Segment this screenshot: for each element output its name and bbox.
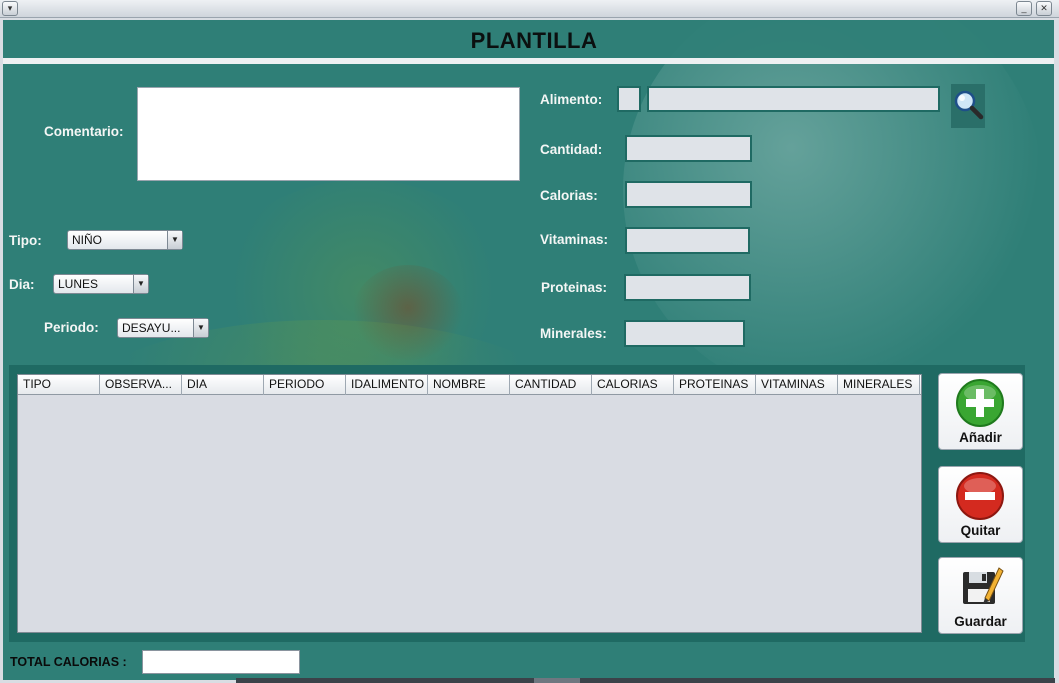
cantidad-label: Cantidad: bbox=[540, 142, 603, 157]
alimento-name-field[interactable] bbox=[647, 86, 940, 112]
dia-select-value: LUNES bbox=[58, 277, 99, 291]
save-button[interactable]: Guardar bbox=[938, 557, 1023, 634]
header-divider bbox=[3, 58, 1054, 64]
calorias-field[interactable] bbox=[625, 181, 752, 208]
table-section: TIPO OBSERVA... DIA PERIODO IDALIMENTO N… bbox=[9, 365, 1025, 642]
chevron-down-icon[interactable]: ▼ bbox=[167, 231, 182, 249]
minerales-label: Minerales: bbox=[540, 326, 607, 341]
column-header[interactable]: MINERALES bbox=[838, 375, 920, 395]
tipo-label: Tipo: bbox=[9, 233, 42, 248]
bottom-scrollbar[interactable] bbox=[236, 678, 1055, 683]
chevron-down-icon[interactable]: ▼ bbox=[133, 275, 148, 293]
vitaminas-field[interactable] bbox=[625, 227, 750, 254]
scrollbar-thumb[interactable] bbox=[534, 678, 580, 683]
add-button-label: Añadir bbox=[959, 430, 1002, 445]
tipo-select[interactable]: NIÑO ▼ bbox=[67, 230, 183, 250]
column-header[interactable]: NOMBRE bbox=[428, 375, 510, 395]
main-panel: PLANTILLA Comentario: Tipo: NIÑO ▼ Dia: … bbox=[3, 20, 1054, 680]
header-bar: PLANTILLA bbox=[3, 20, 1054, 58]
minus-circle-icon bbox=[956, 472, 1004, 520]
plus-circle-icon bbox=[956, 379, 1004, 427]
comentario-textarea[interactable] bbox=[137, 87, 520, 181]
comentario-label: Comentario: bbox=[44, 124, 124, 139]
remove-button[interactable]: Quitar bbox=[938, 466, 1023, 543]
periodo-select-value: DESAYU... bbox=[122, 321, 181, 335]
column-header[interactable]: IDALIMENTO bbox=[346, 375, 428, 395]
close-icon[interactable]: ✕ bbox=[1036, 1, 1052, 16]
total-calorias-label: TOTAL CALORIAS : bbox=[10, 655, 127, 669]
page-title: PLANTILLA bbox=[470, 28, 598, 53]
calorias-label: Calorias: bbox=[540, 188, 598, 203]
total-calorias-field[interactable] bbox=[142, 650, 300, 674]
alimento-label: Alimento: bbox=[540, 92, 603, 107]
minimize-icon[interactable]: _ bbox=[1016, 1, 1032, 16]
proteinas-label: Proteinas: bbox=[541, 280, 608, 295]
column-header[interactable]: PERIODO bbox=[264, 375, 346, 395]
column-header[interactable]: PROTEINAS bbox=[674, 375, 756, 395]
dia-select[interactable]: LUNES ▼ bbox=[53, 274, 149, 294]
save-button-label: Guardar bbox=[954, 614, 1007, 629]
cantidad-field[interactable] bbox=[625, 135, 752, 162]
proteinas-field[interactable] bbox=[624, 274, 751, 301]
window-title-bar: ▾ _ ✕ bbox=[0, 0, 1059, 18]
column-header[interactable]: VITAMINAS bbox=[756, 375, 838, 395]
dia-label: Dia: bbox=[9, 277, 35, 292]
periodo-label: Periodo: bbox=[44, 320, 99, 335]
column-header[interactable]: OBSERVA... bbox=[100, 375, 182, 395]
application-window: ▾ _ ✕ PLANTILLA Comentario: Tipo: NIÑO ▼… bbox=[0, 0, 1059, 683]
search-icon bbox=[954, 90, 984, 120]
add-button[interactable]: Añadir bbox=[938, 373, 1023, 450]
minerales-field[interactable] bbox=[624, 320, 745, 347]
column-header[interactable]: TIPO bbox=[18, 375, 100, 395]
floppy-disk-icon bbox=[963, 567, 1004, 604]
periodo-select[interactable]: DESAYU... ▼ bbox=[117, 318, 209, 338]
column-header[interactable]: DIA bbox=[182, 375, 264, 395]
vitaminas-label: Vitaminas: bbox=[540, 232, 609, 247]
chevron-down-icon[interactable]: ▼ bbox=[193, 319, 208, 337]
data-table[interactable]: TIPO OBSERVA... DIA PERIODO IDALIMENTO N… bbox=[17, 374, 922, 633]
search-button[interactable] bbox=[951, 84, 985, 128]
column-header[interactable]: CALORIAS bbox=[592, 375, 674, 395]
column-header[interactable]: CANTIDAD bbox=[510, 375, 592, 395]
tipo-select-value: NIÑO bbox=[72, 233, 102, 247]
remove-button-label: Quitar bbox=[960, 523, 1001, 538]
alimento-id-field[interactable] bbox=[617, 86, 641, 112]
chevron-down-icon[interactable]: ▾ bbox=[2, 1, 18, 16]
table-header: TIPO OBSERVA... DIA PERIODO IDALIMENTO N… bbox=[18, 375, 921, 395]
